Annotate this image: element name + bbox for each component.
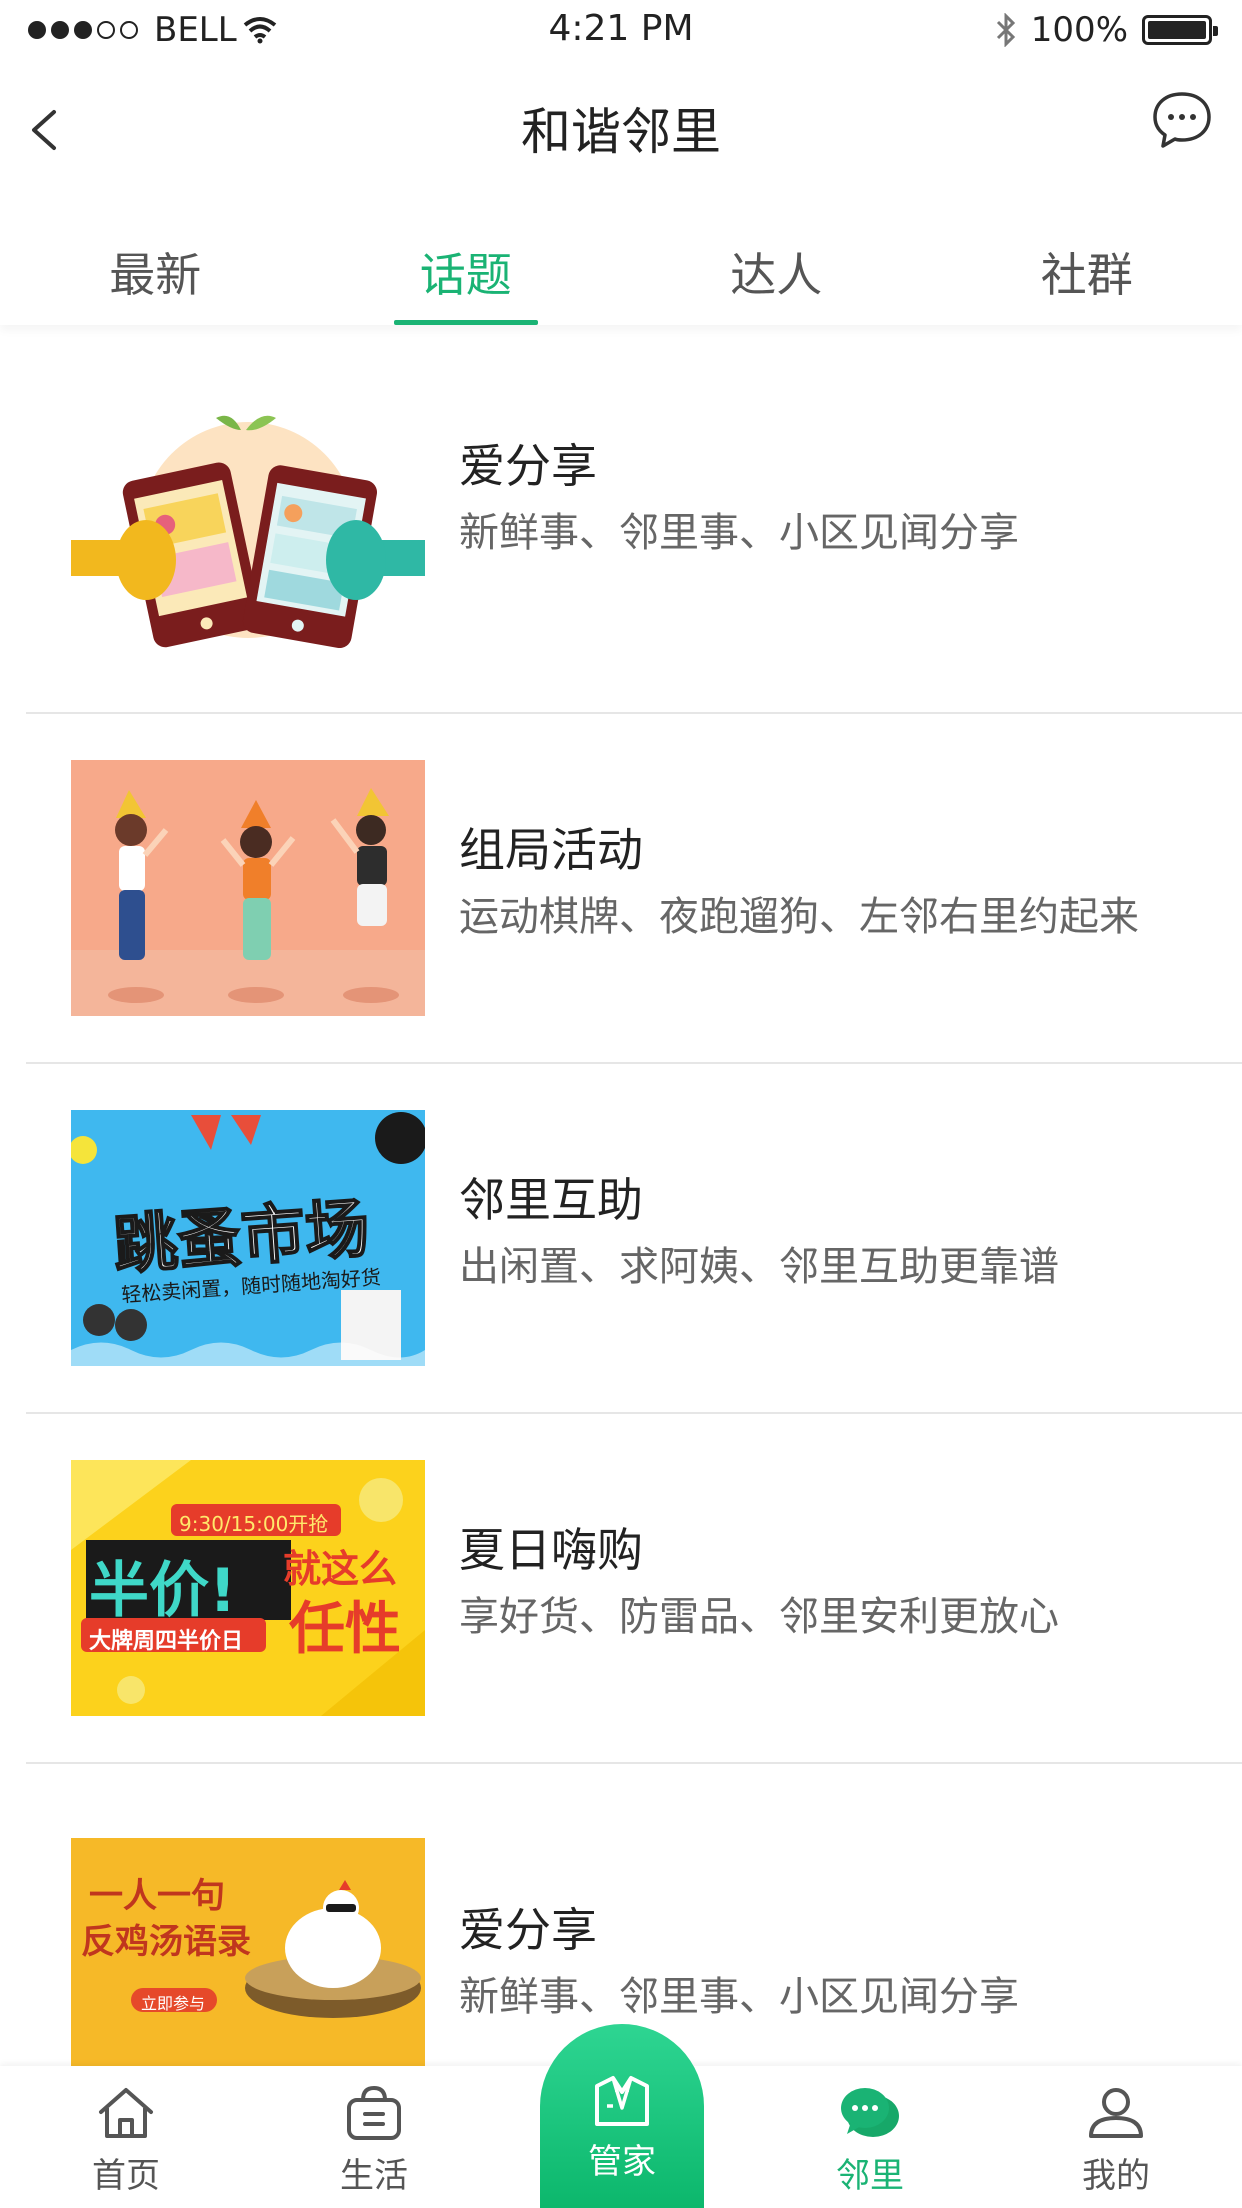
tabbar-label: 管家 — [588, 2142, 656, 2182]
topic-item[interactable]: 跳蚤市场 轻松卖闲置，随时随地淘好货 邻里互助 出闲置、求阿姨、邻里互助更靠谱 — [26, 1064, 1242, 1414]
tabbar-label: 我的 — [1082, 2156, 1150, 2196]
shopping-bag-icon — [347, 2085, 401, 2140]
tabbar-label: 生活 — [340, 2156, 408, 2196]
tabbar-mine[interactable]: 我的 — [992, 2066, 1240, 2208]
tabbar-butler-button[interactable]: 管家 — [540, 2024, 704, 2208]
topic-description: 新鲜事、邻里事、小区见闻分享 — [459, 1974, 1019, 2020]
bluetooth-icon — [996, 13, 1015, 47]
user-icon — [1089, 2088, 1143, 2138]
topic-description: 新鲜事、邻里事、小区见闻分享 — [459, 510, 1019, 556]
tab-groups[interactable]: 社群 — [932, 215, 1242, 325]
home-icon — [99, 2088, 153, 2138]
topic-list: 爱分享 新鲜事、邻里事、小区见闻分享 组局活动 运动棋牌、夜跑遛狗、左邻右里约起… — [0, 330, 1242, 2114]
topic-item[interactable]: 9:30/15:00开抢 半价! 就这么 任性 大牌周四半价日 夏日嗨购 享好货… — [26, 1414, 1242, 1764]
topic-thumbnail-anti-chicken-soup: 一人一句 反鸡汤语录 立即参与 — [71, 1838, 425, 2094]
banner-half-price: 半价! — [89, 1556, 237, 1626]
topic-item[interactable]: 组局活动 运动棋牌、夜跑遛狗、左邻右里约起来 — [26, 714, 1242, 1064]
banner-willful: 任性 — [289, 1597, 401, 1662]
battery-icon — [1142, 15, 1218, 45]
butler-suit-icon — [595, 2076, 649, 2126]
tab-label: 社群 — [1040, 248, 1133, 302]
segment-tabs: 最新 话题 达人 社群 — [0, 215, 1242, 325]
topic-title: 邻里互助 — [459, 1173, 643, 1227]
navigation-bar: 和谐邻里 — [0, 70, 1242, 180]
topic-description: 运动棋牌、夜跑遛狗、左邻右里约起来 — [459, 894, 1139, 940]
banner-line2: 反鸡汤语录 — [81, 1922, 251, 1962]
topic-title: 夏日嗨购 — [459, 1523, 643, 1577]
chat-bubbles-icon — [841, 2088, 899, 2137]
tabbar-label: 首页 — [92, 2156, 160, 2196]
banner-time: 9:30/15:00开抢 — [179, 1512, 329, 1536]
phones-illustration — [71, 410, 425, 666]
status-bar: BELL 4:21 PM 100% — [0, 0, 1242, 60]
topic-title: 组局活动 — [459, 823, 643, 877]
topic-thumbnail-flea-market: 跳蚤市场 轻松卖闲置，随时随地淘好货 — [71, 1110, 425, 1366]
topic-thumbnail-share — [71, 410, 425, 666]
tab-label: 话题 — [419, 248, 512, 302]
party-illustration — [71, 760, 425, 1016]
topic-title: 爱分享 — [459, 1903, 597, 1957]
tab-label: 最新 — [109, 248, 202, 302]
message-icon[interactable] — [1150, 88, 1214, 152]
topic-item[interactable]: 爱分享 新鲜事、邻里事、小区见闻分享 — [26, 330, 1242, 714]
tabbar-life[interactable]: 生活 — [250, 2066, 498, 2208]
topic-description: 享好货、防雷品、邻里安利更放心 — [459, 1594, 1059, 1640]
tab-topics[interactable]: 话题 — [311, 215, 622, 325]
battery-percent: 100% — [1030, 10, 1128, 50]
active-tab-indicator — [393, 320, 538, 325]
tabbar-label: 邻里 — [836, 2156, 904, 2196]
topic-thumbnail-party — [71, 760, 425, 1016]
page-title: 和谐邻里 — [521, 103, 721, 161]
tabbar-neighbor[interactable]: 邻里 — [746, 2066, 994, 2208]
tab-latest[interactable]: 最新 — [0, 215, 311, 325]
tab-label: 达人 — [730, 248, 823, 302]
topic-description: 出闲置、求阿姨、邻里互助更靠谱 — [459, 1244, 1059, 1290]
status-right: 100% — [995, 10, 1218, 50]
topic-thumbnail-summer-sale: 9:30/15:00开抢 半价! 就这么 任性 大牌周四半价日 — [71, 1460, 425, 1716]
banner-line1: 一人一句 — [89, 1876, 225, 1916]
tab-experts[interactable]: 达人 — [621, 215, 932, 325]
banner-brand-day: 大牌周四半价日 — [89, 1629, 244, 1654]
topic-title: 爱分享 — [459, 439, 597, 493]
tabbar-home[interactable]: 首页 — [2, 2066, 250, 2208]
banner-cta: 立即参与 — [141, 1994, 206, 2013]
